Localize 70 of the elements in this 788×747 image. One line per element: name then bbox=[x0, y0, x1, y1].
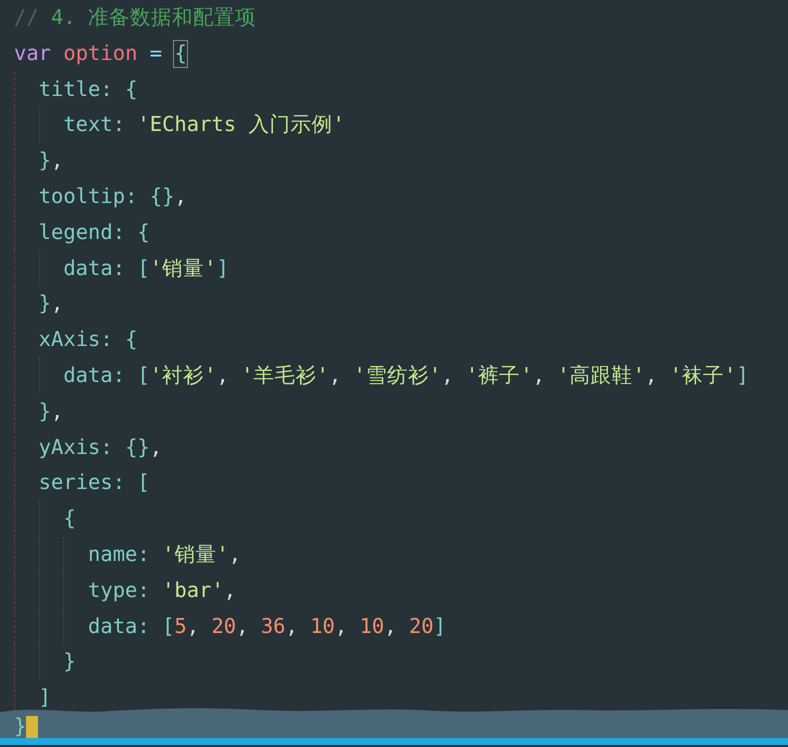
property-name: text: bbox=[63, 112, 126, 138]
code-bracket: [ bbox=[137, 470, 150, 496]
code-bracket: ] bbox=[434, 614, 446, 640]
property-name: data: bbox=[88, 614, 151, 640]
number-literal: 36 bbox=[260, 614, 286, 640]
code-bracket: [ bbox=[137, 256, 150, 282]
number-literal: 20 bbox=[408, 614, 434, 640]
code-bracket: { bbox=[174, 40, 187, 66]
code-operator: = bbox=[150, 40, 164, 66]
code-bracket: ] bbox=[216, 256, 229, 282]
number-literal: 10 bbox=[360, 614, 384, 640]
code-punctuation: , bbox=[224, 578, 236, 604]
code-bracket: { bbox=[137, 220, 150, 246]
code-punctuation: , bbox=[328, 363, 342, 389]
code-keyword: var bbox=[14, 40, 52, 66]
code-punctuation: , bbox=[51, 148, 64, 174]
code-bracket: ] bbox=[38, 685, 52, 711]
number-literal: 5 bbox=[174, 614, 187, 640]
property-name: title: bbox=[38, 76, 114, 102]
property-name: data: bbox=[63, 256, 126, 282]
code-punctuation: , bbox=[532, 363, 546, 389]
string-literal: 'ECharts 入门示例' bbox=[137, 112, 345, 138]
code-punctuation: , bbox=[228, 542, 242, 568]
code-punctuation: , bbox=[236, 614, 250, 640]
code-punctuation: , bbox=[174, 184, 187, 210]
comment-marker: // bbox=[14, 5, 40, 31]
string-literal: '高跟鞋' bbox=[557, 363, 645, 389]
property-name: legend: bbox=[38, 220, 126, 246]
code-punctuation: , bbox=[51, 398, 64, 424]
code-punctuation: , bbox=[441, 363, 455, 389]
property-name: series: bbox=[38, 470, 126, 496]
property-name: yAxis: bbox=[38, 434, 114, 460]
string-literal: '裤子' bbox=[466, 363, 533, 389]
code-bracket: {} bbox=[125, 434, 150, 460]
code-comment: 4. 准备数据和配置项 bbox=[51, 5, 256, 31]
string-literal: '销量' bbox=[162, 542, 229, 568]
code-bracket: { bbox=[63, 506, 76, 532]
variable-name: option bbox=[63, 40, 138, 66]
code-bracket: } bbox=[14, 716, 26, 738]
property-name: name: bbox=[88, 542, 151, 568]
property-name: data: bbox=[63, 363, 126, 389]
code-punctuation: , bbox=[334, 614, 348, 640]
code-punctuation: , bbox=[150, 434, 162, 460]
string-literal: '衬衫' bbox=[150, 363, 216, 389]
code-bracket: } bbox=[38, 398, 52, 424]
number-literal: 10 bbox=[310, 614, 335, 640]
string-literal: '雪纺衫' bbox=[354, 363, 442, 389]
code-bracket: } bbox=[63, 649, 76, 676]
code-bracket: {} bbox=[150, 184, 174, 210]
property-name: type: bbox=[88, 578, 151, 604]
code-punctuation: , bbox=[286, 614, 299, 640]
code-punctuation: , bbox=[216, 363, 230, 389]
code-bracket: } bbox=[38, 291, 52, 318]
number-literal: 20 bbox=[211, 614, 236, 640]
property-name: tooltip: bbox=[38, 184, 138, 210]
string-literal: 'bar' bbox=[162, 578, 224, 604]
code-punctuation: , bbox=[186, 614, 200, 640]
code-bracket: ] bbox=[736, 363, 749, 389]
code-punctuation: , bbox=[51, 291, 64, 318]
string-literal: '袜子' bbox=[670, 363, 736, 389]
code-bracket: } bbox=[38, 148, 52, 174]
string-literal: '羊毛衫' bbox=[241, 363, 329, 389]
code-punctuation: , bbox=[644, 363, 658, 389]
string-literal: '销量' bbox=[150, 256, 216, 282]
property-name: xAxis: bbox=[38, 327, 114, 353]
code-punctuation: , bbox=[384, 614, 398, 640]
code-bracket: { bbox=[125, 76, 138, 102]
code-bracket: [ bbox=[162, 614, 174, 640]
code-bracket: [ bbox=[137, 363, 150, 389]
code-bracket: { bbox=[125, 327, 138, 353]
